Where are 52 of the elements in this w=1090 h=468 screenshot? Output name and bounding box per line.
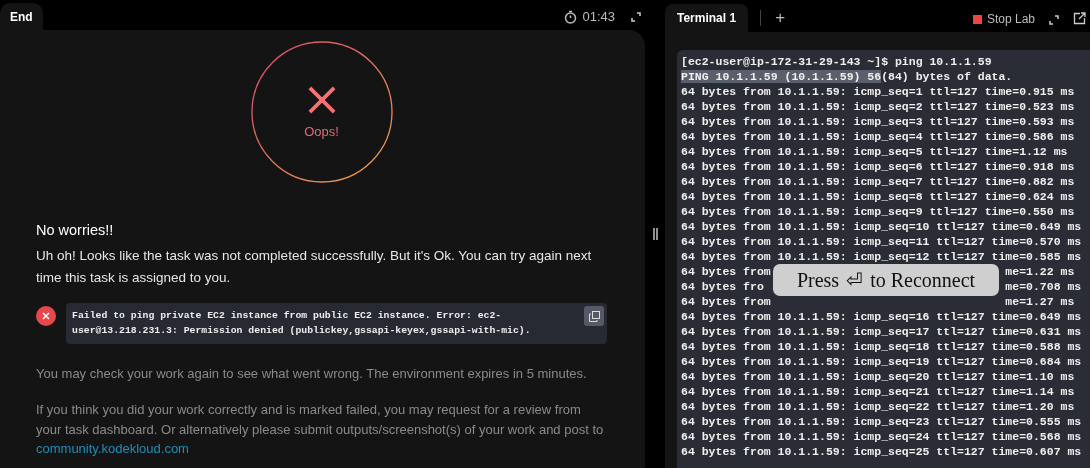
resize-handle[interactable] <box>652 228 658 240</box>
terminal-line: 64 bytes from 10.1.1.59: icmp_seq=18 ttl=127 time=0.588 ms <box>681 339 1083 354</box>
error-text: Failed to ping private EC2 instance from public EC2 instance. Error: ec2-user@13.218.231.3: Permission denied (publickey,gssapi-keyex,gssapi-with-mic). <box>72 309 532 338</box>
terminal-line: 64 bytes from 10.1.1.59: icmp_seq=25 ttl=127 time=0.607 ms <box>681 444 1083 459</box>
terminal-line: 64 bytes from 10.1.1.59: icmp_seq=22 ttl=127 time=1.20 ms <box>681 399 1076 414</box>
terminal-line: 64 bytes from 10.1.1.59: icmp_seq=10 ttl=127 time=0.649 ms <box>681 219 1083 234</box>
timer: 01:43 <box>582 9 615 24</box>
expand-icon[interactable] <box>1049 15 1059 25</box>
terminal-line: 64 bytes from 10.1.1.59: icmp_seq=19 ttl=127 time=0.684 ms <box>681 354 1083 369</box>
cross-icon <box>307 85 336 114</box>
terminal-line: 64 bytes from 10.1.1.59: icmp_seq=21 ttl=127 time=1.14 ms <box>681 384 1076 399</box>
terminal-line: [ec2-user@ip-172-31-29-143 ~]$ ping 10.1.1.59 <box>681 54 993 69</box>
terminal-line: 64 bytes from 10.1.1.59: icmp_seq=5 ttl=127 time=1.12 ms <box>681 144 1069 159</box>
terminal-line: 64 bytes from 10.1.1.59: icmp_seq=12 ttl=127 time=0.585 ms <box>681 249 1083 264</box>
message: Uh oh! Looks like the task was not completed successfully. But it's Ok. You can try again next time this task is assigned to you. <box>36 247 593 287</box>
terminal-screen[interactable] <box>677 50 1090 468</box>
add-tab-button[interactable]: + <box>771 8 790 28</box>
community-link[interactable]: community.kodekloud.com <box>36 441 189 456</box>
terminal-tab[interactable]: Terminal 1 <box>665 4 749 32</box>
terminal-line: 64 bytes from 10.1.1.59: icmp_seq=7 ttl=127 time=0.882 ms <box>681 174 1076 189</box>
stop-lab-button[interactable]: Stop Lab <box>972 12 1035 26</box>
terminal-line: me=0.708 ms <box>1005 279 1082 294</box>
tab[interactable]: End <box>0 3 43 30</box>
error-icon <box>36 306 56 326</box>
terminal-line: 64 bytes from 10.1.1.59: icmp_seq=6 ttl=127 time=0.918 ms <box>681 159 1076 174</box>
terminal-line: 64 bytes from 10.1.1.59: icmp_seq=23 ttl=127 time=0.555 ms <box>681 414 1083 429</box>
reconnect-tooltip: Press ⏎ to Reconnect <box>773 264 999 296</box>
copy-icon <box>588 310 600 322</box>
terminal-line: 64 bytes fro <box>681 279 764 294</box>
terminal-line: 64 bytes from <box>681 264 771 279</box>
terminal-line: 64 bytes from 10.1.1.59: icmp_seq=8 ttl=127 time=0.624 ms <box>681 189 1076 204</box>
terminal-line: 64 bytes from 10.1.1.59: icmp_seq=24 ttl=127 time=0.568 ms <box>681 429 1083 444</box>
terminal-line: 64 bytes from <box>681 294 771 309</box>
terminal-line: 64 bytes from 10.1.1.59: icmp_seq=16 ttl=127 time=0.649 ms <box>681 309 1083 324</box>
terminal-line: 64 bytes from 10.1.1.59: icmp_seq=17 ttl=127 time=0.631 ms <box>681 324 1083 339</box>
note-text: You may check your work again to see what went wrong. The environment expires in 5 minutes. <box>36 365 588 383</box>
terminal-line: 64 bytes from 10.1.1.59: icmp_seq=20 ttl=127 time=1.10 ms <box>681 369 1076 384</box>
terminal-line: 64 bytes from 10.1.1.59: icmp_seq=2 ttl=127 time=0.523 ms <box>681 99 1076 114</box>
terminal-line: 64 bytes from 10.1.1.59: icmp_seq=3 ttl=127 time=0.593 ms <box>681 114 1076 129</box>
result-label: Oops! <box>304 123 339 139</box>
review-text: If you think you did your work correctly and is marked failed, you may request for a review from your task dashboard. Or alternatively please submit outputs/screenshot(s) of your work and post to <box>36 401 605 439</box>
heading: No worries!! <box>36 221 115 239</box>
expand-icon[interactable] <box>631 11 641 22</box>
terminal-line: 64 bytes from 10.1.1.59: icmp_seq=9 ttl=127 time=0.550 ms <box>681 204 1076 219</box>
terminal-line: 64 bytes from 10.1.1.59: icmp_seq=4 ttl=127 time=0.586 ms <box>681 129 1076 144</box>
terminal-line: me=1.27 ms <box>1005 294 1075 309</box>
terminal-line: 64 bytes from 10.1.1.59: icmp_seq=11 ttl=127 time=0.570 ms <box>681 234 1083 249</box>
external-link-icon[interactable] <box>1073 12 1086 25</box>
terminal-line: me=1.22 ms <box>1005 264 1075 279</box>
copy-button[interactable] <box>584 306 604 326</box>
stopwatch-icon <box>564 9 578 24</box>
terminal-line: 64 bytes from 10.1.1.59: icmp_seq=1 ttl=127 time=0.915 ms <box>681 84 1076 99</box>
